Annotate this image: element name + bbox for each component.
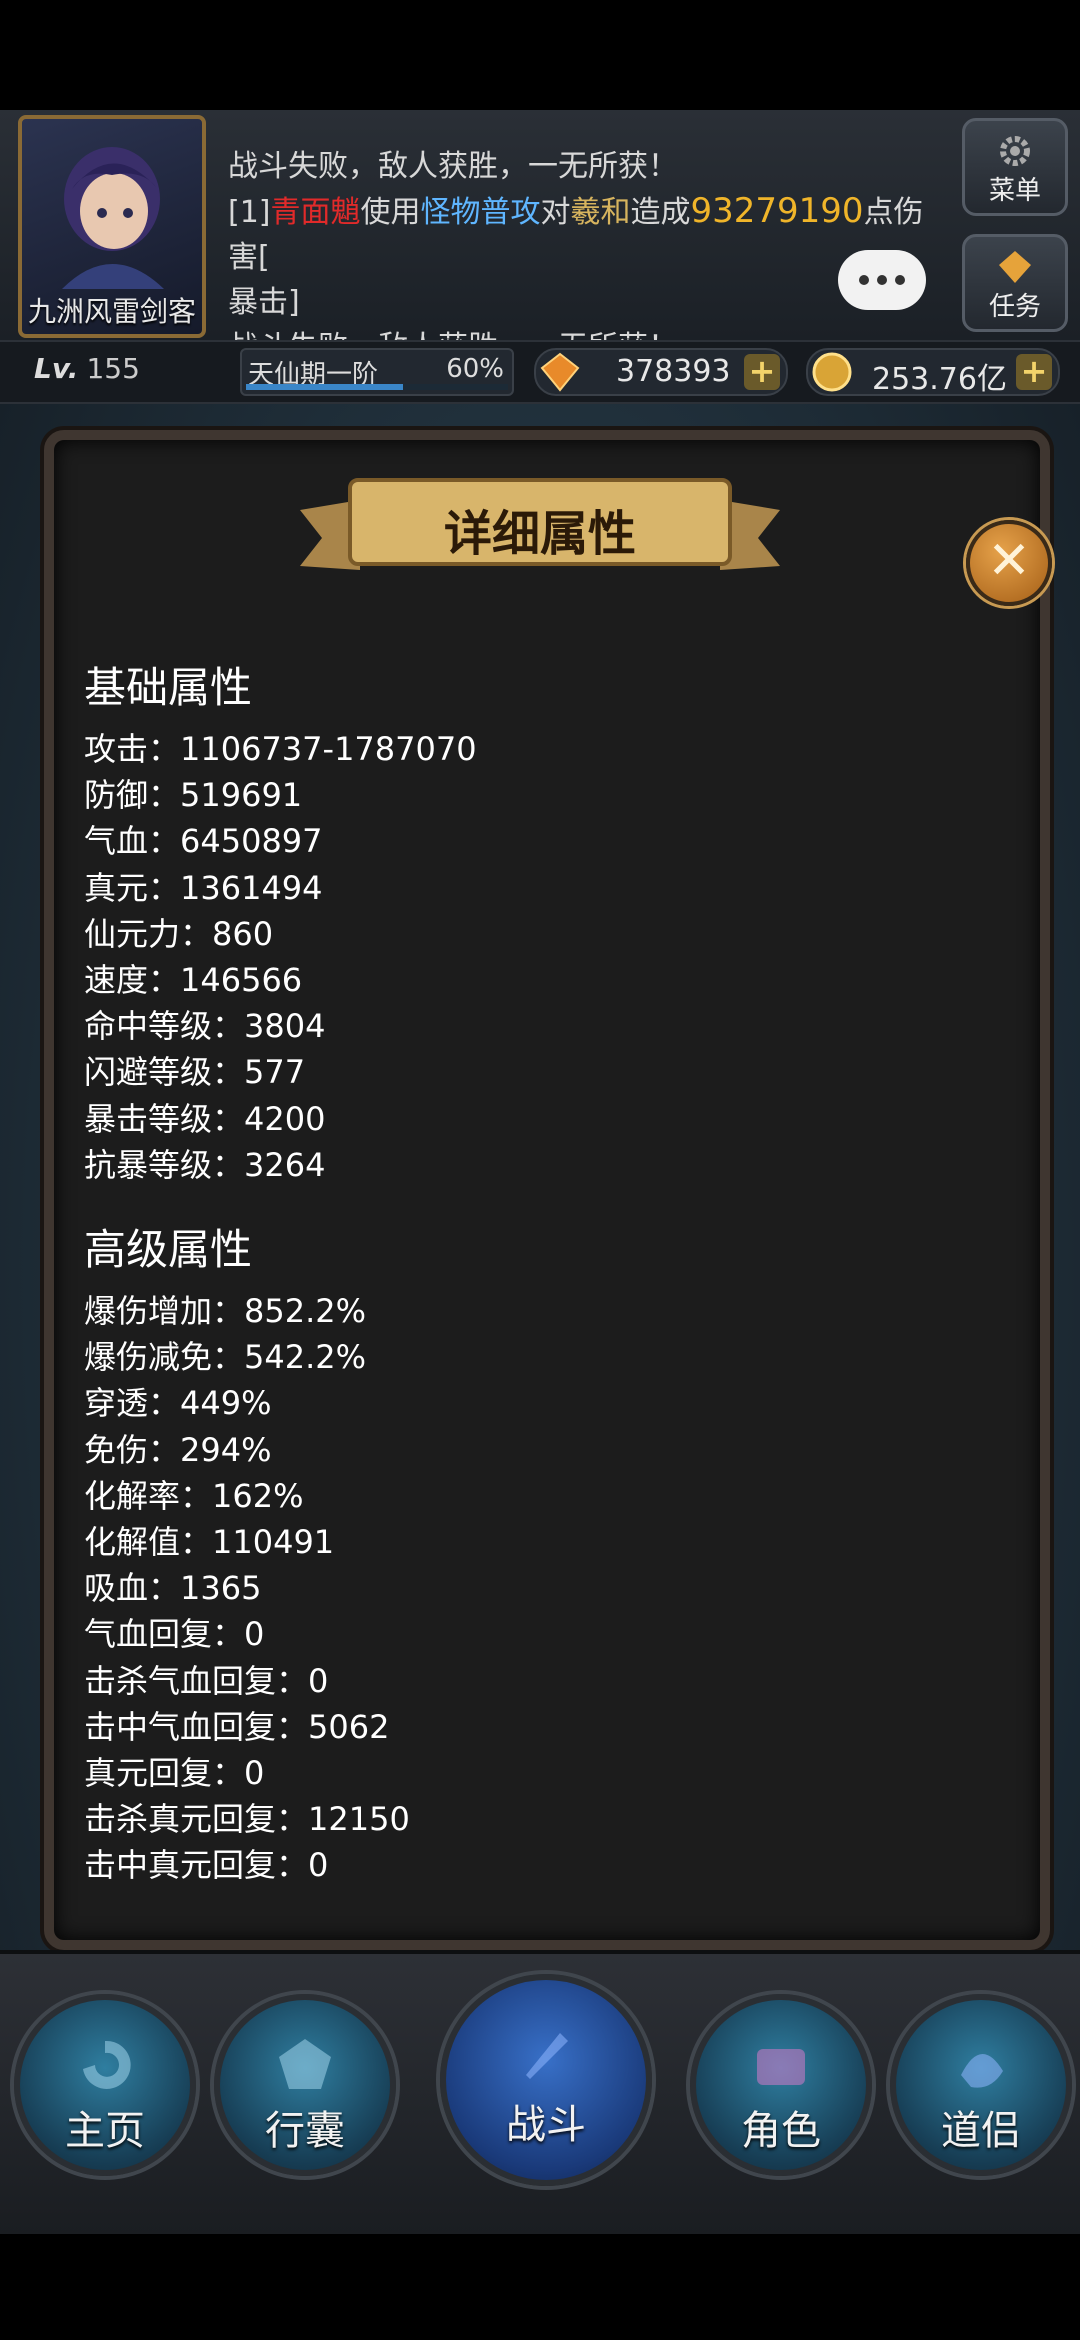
attribute-row: 攻击：1106737-1787070 — [84, 730, 477, 768]
battle-log: 战斗失败，敌人获胜，一无所获！ [1]青面魈使用怪物普攻对羲和造成9327919… — [228, 144, 948, 370]
attribute-row: 防御：519691 — [84, 776, 303, 815]
nav-battle-label: 战斗 — [506, 2102, 586, 2148]
realm-progress: 天仙期一阶 60% — [240, 348, 514, 396]
nav-battle[interactable]: 战斗 — [440, 1974, 652, 2186]
attribute-row: 真元回复：0 — [84, 1754, 265, 1793]
close-button[interactable]: ✕ — [966, 520, 1052, 606]
close-icon: ✕ — [987, 531, 1031, 591]
status-bar: Lv. 155 天仙期一阶 60% 378393 + 253.76亿 + — [0, 340, 1080, 404]
attribute-row: 气血回复：0 — [84, 1615, 265, 1654]
sword-icon — [526, 2033, 568, 2079]
player-name: 九洲风雷剑客 — [27, 295, 196, 328]
chest-icon — [757, 2049, 805, 2085]
spirit-beast-icon — [961, 2053, 1003, 2088]
attribute-row: 吸血：1365 — [84, 1569, 262, 1608]
menu-button[interactable]: 菜单 — [962, 118, 1068, 216]
character-portrait-icon — [62, 147, 164, 289]
attribute-row: 仙元力：860 — [84, 914, 274, 953]
gem-icon — [540, 352, 580, 392]
attribute-row: 抗暴等级：3264 — [84, 1145, 326, 1184]
attribute-row: 击杀气血回复：0 — [84, 1661, 329, 1700]
chat-bubble-icon[interactable] — [838, 250, 926, 310]
realm-progress-fill — [246, 384, 404, 390]
add-coins-button[interactable]: + — [1016, 354, 1052, 390]
attribute-row: 击中真元回复：0 — [84, 1846, 329, 1885]
nav-role-label: 角色 — [741, 2108, 821, 2154]
coin-icon — [812, 352, 852, 392]
nav-home-label: 主页 — [65, 2108, 145, 2154]
task-button[interactable]: 任务 — [962, 234, 1068, 332]
attribute-row: 真元：1361494 — [84, 868, 323, 907]
coin-counter: 253.76亿 + — [806, 348, 1060, 397]
basic-attributes-title: 基础属性 — [84, 663, 253, 712]
realm-percent: 60% — [446, 354, 504, 384]
attribute-row: 气血：6450897 — [84, 822, 323, 861]
bottom-navigation: 主页 行囊 战斗 角色 道侣 — [0, 1950, 1080, 2234]
player-avatar[interactable]: 九洲风雷剑客 — [18, 115, 206, 338]
advanced-attributes-list: 爆伤增加：852.2% 爆伤减免：542.2% 穿透：449% 免伤：294% 化解率：… — [84, 1288, 984, 1889]
bag-icon — [279, 2039, 331, 2089]
coin-amount: 253.76亿 — [872, 362, 1007, 397]
dialog-title-banner — [300, 478, 780, 570]
attribute-row: 命中等级：3804 — [84, 1007, 326, 1046]
log-line: 战斗失败，敌人获胜，一无所获！ — [228, 149, 678, 184]
add-gems-button[interactable]: + — [744, 354, 780, 390]
top-header: 九洲风雷剑客 战斗失败，敌人获胜，一无所获！ [1]青面魈使用怪物普攻对羲和造成… — [0, 110, 1080, 365]
nav-partner[interactable]: 道侣 — [890, 1994, 1072, 2176]
task-label: 任务 — [988, 292, 1041, 322]
nav-role[interactable]: 角色 — [690, 1994, 872, 2176]
menu-label: 菜单 — [988, 176, 1041, 206]
gear-icon — [1000, 136, 1030, 166]
attribute-row: 化解值：110491 — [84, 1523, 335, 1562]
attribute-row: 免伤：294% — [84, 1430, 272, 1469]
level-display: Lv. 155 — [34, 352, 140, 385]
attribute-row: 化解率：162% — [84, 1476, 304, 1515]
gem-counter: 378393 + — [534, 348, 788, 396]
diamond-icon — [999, 251, 1031, 283]
attribute-row: 击中气血回复：5062 — [84, 1707, 390, 1746]
nav-bag[interactable]: 行囊 — [214, 1994, 396, 2176]
gem-amount: 378393 — [616, 354, 731, 389]
advanced-attributes-title: 高级属性 — [84, 1225, 253, 1275]
nav-bag-label: 行囊 — [265, 2108, 345, 2154]
attribute-row: 穿透：449% — [84, 1384, 272, 1423]
attribute-row: 爆伤减免：542.2% — [84, 1338, 367, 1377]
basic-attributes-list: 攻击：1106737-1787070 防御：519691 气血：6450897 真元：… — [84, 726, 984, 1188]
attribute-row: 速度：146566 — [84, 961, 303, 1000]
nav-partner-label: 道侣 — [941, 2108, 1021, 2154]
attribute-row: 暴击等级：4200 — [84, 1099, 326, 1138]
home-icon — [83, 2040, 131, 2089]
attribute-row: 闪避等级：577 — [84, 1053, 306, 1092]
attribute-row: 击杀真元回复：12150 — [84, 1800, 410, 1839]
attribute-row: 爆伤增加：852.2% — [84, 1292, 367, 1331]
nav-home[interactable]: 主页 — [14, 1994, 196, 2176]
attribute-content: 基础属性 攻击：1106737-1787070 防御：519691 气血：64508… — [84, 660, 984, 1889]
